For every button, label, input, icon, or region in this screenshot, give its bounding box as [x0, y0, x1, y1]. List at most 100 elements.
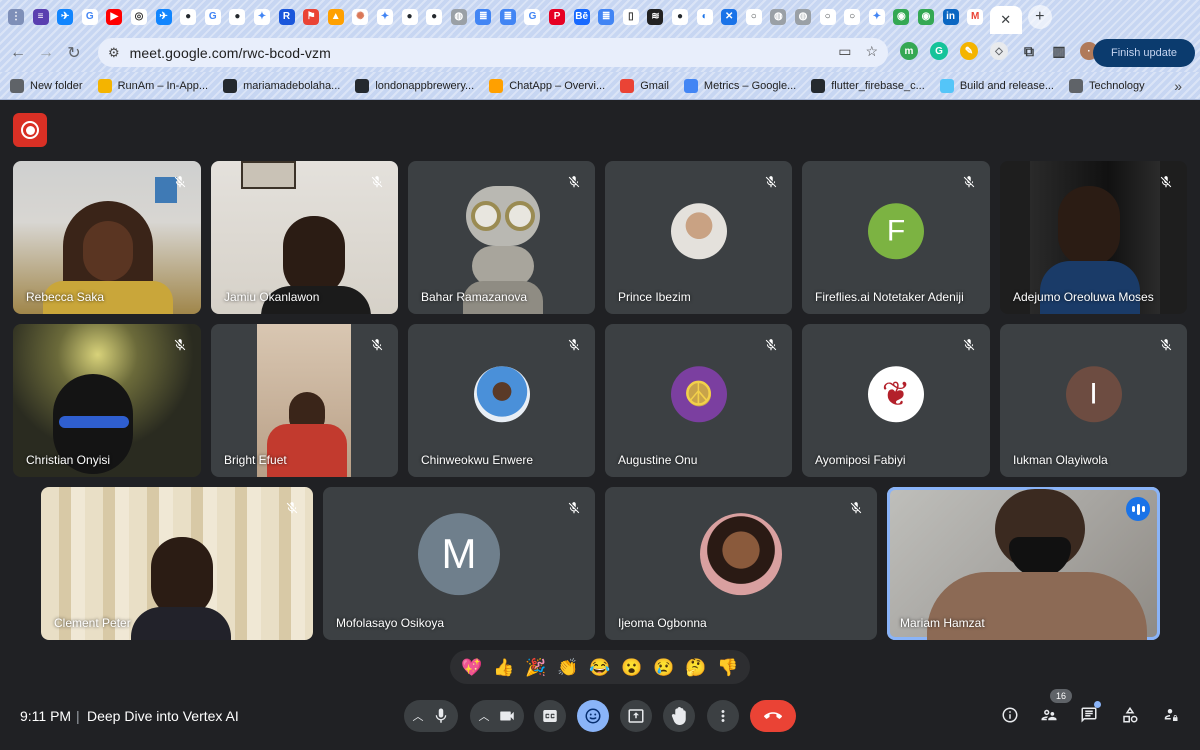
- extension-m-icon[interactable]: m: [900, 42, 918, 60]
- update-button[interactable]: Finish update: [1093, 39, 1195, 67]
- tab-google-icon[interactable]: G: [78, 5, 102, 29]
- chat-button[interactable]: [1076, 702, 1102, 728]
- site-info-icon[interactable]: ⚙: [108, 45, 120, 61]
- bookmark-item[interactable]: Gmail: [620, 78, 669, 93]
- tab-youtube-icon[interactable]: ▶: [102, 5, 126, 29]
- reaction-emoji[interactable]: 😂: [589, 659, 610, 676]
- url-text[interactable]: meet.google.com/rwc-bcod-vzm: [130, 45, 331, 61]
- participant-tile[interactable]: Ijeoma Ogbonna: [605, 487, 877, 640]
- tab-gemini-icon[interactable]: ✦: [865, 5, 889, 29]
- participant-tile[interactable]: I Iukman Olayiwola: [1000, 324, 1187, 477]
- leave-call-button[interactable]: [750, 700, 796, 732]
- reload-icon[interactable]: ↻: [60, 39, 88, 67]
- participant-tile[interactable]: ☮ Augustine Onu: [605, 324, 792, 477]
- reaction-emoji[interactable]: 👍: [493, 659, 514, 676]
- tab-stack-icon[interactable]: ≋: [643, 5, 667, 29]
- tab-github-icon[interactable]: ●: [668, 5, 692, 29]
- bookmark-item[interactable]: mariamadebolaha...: [223, 78, 340, 93]
- tab-circle-icon[interactable]: ○: [816, 5, 840, 29]
- reaction-emoji[interactable]: 👎: [717, 659, 738, 676]
- meeting-details-button[interactable]: [997, 702, 1023, 728]
- tab-pinterest-icon[interactable]: P: [545, 5, 569, 29]
- side-panel-icon[interactable]: ▥: [1050, 42, 1068, 60]
- camera-permission-icon[interactable]: ▭: [838, 43, 851, 60]
- chevron-up-icon[interactable]: ︿: [413, 708, 424, 724]
- bookmark-item[interactable]: Metrics – Google...: [683, 78, 796, 93]
- bookmark-item[interactable]: New folder: [10, 78, 83, 93]
- reaction-emoji[interactable]: 💖: [461, 659, 482, 676]
- extension-notes-icon[interactable]: ✎: [960, 42, 978, 60]
- tab-compass-icon[interactable]: ◐: [693, 5, 717, 29]
- tab-chrome-icon[interactable]: ◉: [889, 5, 913, 29]
- tab-gemini-icon[interactable]: ✦: [250, 5, 274, 29]
- participant-tile[interactable]: Jamiu Okanlawon: [211, 161, 398, 314]
- raise-hand-button[interactable]: [663, 700, 695, 732]
- tab-bluesky-icon[interactable]: ✈: [53, 5, 77, 29]
- bookmark-item[interactable]: ChatApp – Overvi...: [489, 78, 605, 93]
- participant-tile[interactable]: Adejumo Oreoluwa Moses: [1000, 161, 1187, 314]
- tab-reclaim-icon[interactable]: R: [275, 5, 299, 29]
- participant-tile[interactable]: F Fireflies.ai Notetaker Adeniji: [802, 161, 990, 314]
- bookmark-item[interactable]: RunAm – In-App...: [97, 78, 208, 93]
- reaction-emoji[interactable]: 🤔: [685, 659, 706, 676]
- forward-icon[interactable]: →: [32, 39, 60, 67]
- bookmark-item[interactable]: londonappbrewery...: [355, 78, 474, 93]
- people-button[interactable]: [1036, 702, 1062, 728]
- extension-shield-icon[interactable]: ◇: [990, 42, 1008, 60]
- tab-gemini-icon[interactable]: ✦: [373, 5, 397, 29]
- present-screen-button[interactable]: [620, 700, 652, 732]
- close-tab-icon[interactable]: ✕: [1000, 12, 1011, 28]
- camera-control[interactable]: ︿: [470, 700, 524, 732]
- tab-chrome-icon[interactable]: ◉: [914, 5, 938, 29]
- activities-button[interactable]: [1117, 702, 1143, 728]
- tab-docs-icon[interactable]: ≣: [471, 5, 495, 29]
- participant-tile[interactable]: Chinweokwu Enwere: [408, 324, 595, 477]
- participant-tile[interactable]: M Mofolasayo Osikoya: [323, 487, 595, 640]
- reaction-emoji[interactable]: 🎉: [525, 659, 546, 676]
- tab-claude-icon[interactable]: ✺: [348, 5, 372, 29]
- tab-bluesky-icon[interactable]: ✈: [152, 5, 176, 29]
- recording-indicator[interactable]: [13, 113, 47, 147]
- tab-globe-icon[interactable]: ◍: [791, 5, 815, 29]
- tab-firebase-icon[interactable]: ▲: [324, 5, 348, 29]
- active-tab-meet[interactable]: ✕: [989, 6, 1022, 34]
- tab-docs-icon[interactable]: ≣: [594, 5, 618, 29]
- reaction-emoji[interactable]: 😮: [621, 659, 642, 676]
- address-bar[interactable]: ⚙ meet.google.com/rwc-bcod-vzm ▭ ☆: [98, 38, 888, 67]
- more-bookmarks-icon[interactable]: »: [1174, 78, 1182, 94]
- extensions-puzzle-icon[interactable]: ⧉: [1020, 42, 1038, 60]
- tab-flag-icon[interactable]: ⚑: [299, 5, 323, 29]
- tab-document-icon[interactable]: ▯: [619, 5, 643, 29]
- participant-tile[interactable]: ❦ Ayomiposi Fabiyi: [802, 324, 990, 477]
- participant-tile[interactable]: Christian Onyisi: [13, 324, 201, 477]
- participant-tile[interactable]: Bahar Ramazanova: [408, 161, 595, 314]
- participant-tile-active-speaker[interactable]: Mariam Hamzat: [887, 487, 1160, 640]
- tab-linkedin-icon[interactable]: in: [939, 5, 963, 29]
- tab-behance-icon[interactable]: Bē: [570, 5, 594, 29]
- bookmark-item[interactable]: flutter_firebase_c...: [811, 78, 925, 93]
- reaction-emoji[interactable]: 👏: [557, 659, 578, 676]
- host-controls-button[interactable]: [1157, 702, 1183, 728]
- tab-puzzle-icon[interactable]: ✕: [717, 5, 741, 29]
- bookmark-item[interactable]: Build and release...: [939, 78, 1054, 93]
- emoji-reactions-button[interactable]: [577, 700, 609, 732]
- tab-google-icon[interactable]: G: [201, 5, 225, 29]
- more-options-button[interactable]: [707, 700, 739, 732]
- tab-globe-icon[interactable]: ◍: [447, 5, 471, 29]
- tab-circle-icon[interactable]: ○: [840, 5, 864, 29]
- tab-github-icon[interactable]: ●: [225, 5, 249, 29]
- reaction-emoji[interactable]: 😢: [653, 659, 674, 676]
- tab-docs-icon[interactable]: ≣: [496, 5, 520, 29]
- back-icon[interactable]: ←: [4, 39, 32, 67]
- grammarly-icon[interactable]: G: [930, 42, 948, 60]
- new-tab-button[interactable]: +: [1027, 5, 1052, 29]
- tab-globe-icon[interactable]: ◍: [766, 5, 790, 29]
- participant-tile[interactable]: Clement Peter: [41, 487, 313, 640]
- captions-button[interactable]: [534, 700, 566, 732]
- chevron-up-icon[interactable]: ︿: [479, 708, 490, 724]
- tab-google-icon[interactable]: G: [520, 5, 544, 29]
- tab-gmail-icon[interactable]: M: [963, 5, 987, 29]
- tab-github-icon[interactable]: ●: [422, 5, 446, 29]
- participant-tile[interactable]: Bright Efuet: [211, 324, 398, 477]
- tab-github-icon[interactable]: ●: [176, 5, 200, 29]
